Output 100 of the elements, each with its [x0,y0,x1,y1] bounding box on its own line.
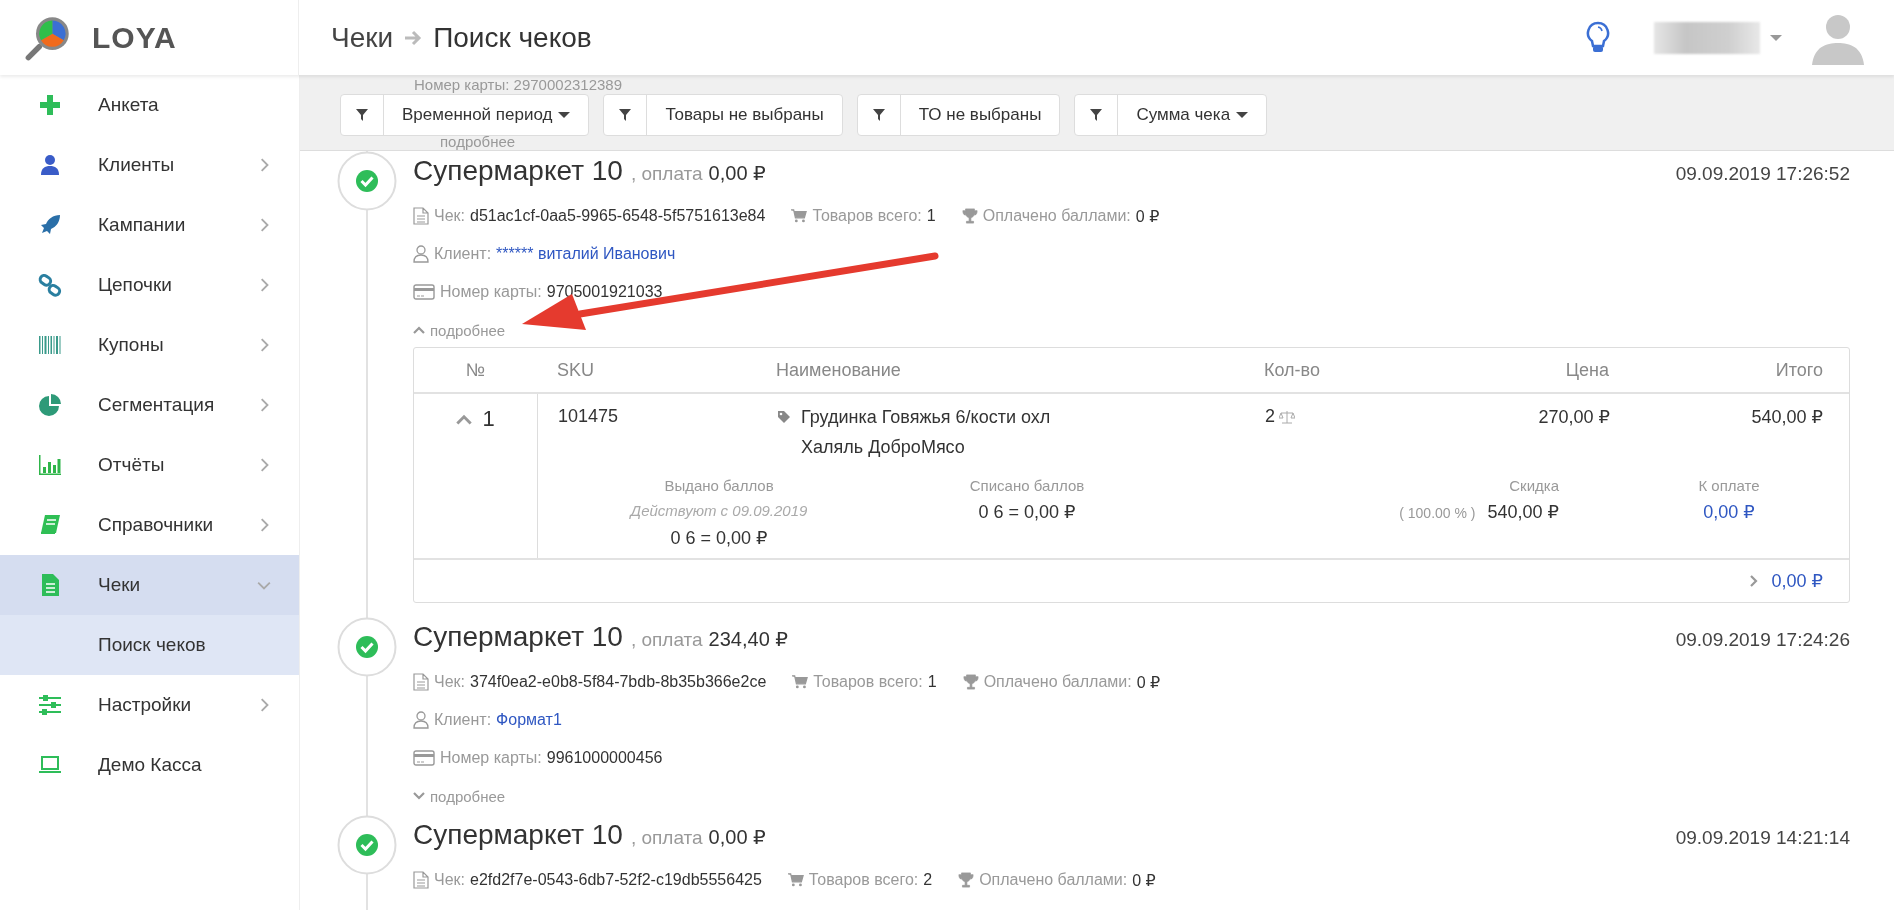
payment-label: , оплата [630,163,703,185]
column-header: Итого [1774,359,1824,381]
written-off-label: Списано баллов [969,476,1085,496]
points-paid: 0 ₽ [1132,870,1156,890]
receipt-id: 374f0ea2-e0b8-5f84-7bdb-8b35b366e2ce [470,673,767,691]
payment-label: , оплата [630,629,703,651]
tag-icon [777,410,791,424]
card-number-label: Номер карты: [440,283,542,301]
footer-total: 0,00 ₽ [1771,570,1823,592]
caret-icon [1770,34,1782,41]
points-paid: 0 ₽ [1136,672,1161,692]
total-cell-text: 540,00 ₽ [1750,406,1824,429]
receipt-id: d51ac1cf-0aa5-9965-6548-5f5751613e84 [470,207,766,225]
chevron-down-icon [413,792,425,800]
discount-value: 540,00 ₽ [1487,501,1559,524]
receipt-date: 09.09.2019 17:26:52 [1675,163,1850,185]
plus-icon [38,93,62,117]
quantity-cell: 2 [1265,406,1275,427]
payment-amount: 234,40 ₽ [708,627,789,651]
items-count: 1 [926,207,936,225]
client-link[interactable]: ****** виталий Иванович [496,245,676,263]
points-paid-label: Оплачено баллами: [982,207,1131,225]
document-icon [413,673,429,691]
items-count-label: Товаров всего: [813,673,923,691]
card-icon [413,284,435,300]
column-header: SKU [556,359,595,381]
sku-cell-text: 101475 [557,406,620,428]
product-name: Грудинка Говяжья 6/кости охл Халяль ДоброМясо [801,406,1052,459]
trophy-icon [962,673,979,691]
sidebar-item[interactable]: Клиенты [0,135,299,195]
filter-icon [356,109,368,121]
client-label: Клиент: [434,245,492,263]
sidebar-item[interactable]: Справочники [0,495,299,555]
payment-amount: 0,00 ₽ [708,825,766,849]
column-header: № [464,359,487,381]
caret-icon [558,112,571,118]
items-count-label: Товаров всего: [812,207,922,225]
cart-icon [792,673,809,691]
items-count: 2 [923,871,933,889]
sidebar-item[interactable]: Демо Касса [0,735,299,795]
store-name: Супермаркет 10 [413,621,623,653]
column-header: Наименование [775,359,902,381]
payment-label: , оплата [630,827,703,849]
document-icon [413,871,429,889]
filter-icon [872,109,885,121]
store-name: Супермаркет 10 [413,155,623,187]
validity-note: Действуют с 09.09.2019 [630,501,808,521]
sidebar-subitem[interactable]: Поиск чеков [0,615,299,675]
chevron-right-icon[interactable] [1749,575,1758,587]
document-icon [413,207,429,225]
filter-control[interactable]: ТО не выбраны [856,94,1061,136]
cart-icon [791,207,808,225]
sidebar-item[interactable]: Кампании [0,195,299,255]
lightbulb-icon[interactable] [1586,20,1610,55]
faded-card-number: Номер карты: 2970002312389 [414,76,623,93]
sidebar-item[interactable]: Купоны [0,315,299,375]
sliders-icon [38,693,62,717]
cart-icon [787,871,804,889]
chain-icon [38,273,62,297]
card-number: 9705001921033 [546,283,663,301]
filter-control[interactable]: Временной период [340,94,590,136]
receipt-date: 09.09.2019 17:24:26 [1675,629,1850,651]
sidebar-item[interactable]: Анкета [0,75,299,135]
points-paid: 0 ₽ [1135,206,1160,226]
issued-points-value: 0 6 = 0,00 ₽ [670,527,768,550]
filter-icon [1090,109,1103,121]
row-number: 1 [482,406,495,432]
chevron-up-icon [413,326,425,334]
receipt-date: 09.09.2019 14:21:14 [1675,827,1850,849]
client-link[interactable]: Формат1 [496,711,562,729]
discount-label: Скидка [1509,476,1559,496]
breadcrumb-item: Поиск чеков [433,21,592,54]
card-number-label: Номер карты: [440,749,542,767]
filter-control[interactable]: Товары не выбраны [603,94,843,136]
to-pay-label: К оплате [1698,476,1760,496]
sidebar-item[interactable]: Сегментация [0,375,299,435]
sidebar-item[interactable]: Цепочки [0,255,299,315]
issued-points-label: Выдано баллов [664,476,774,496]
trophy-icon [961,207,978,225]
pie-icon [38,393,62,417]
barcode-icon [38,333,62,357]
sidebar-item[interactable]: Отчёты [0,435,299,495]
column-header: Цена [1564,359,1609,381]
sidebar-item[interactable]: Чеки [0,555,299,615]
breadcrumb-item[interactable]: Чеки [331,21,394,54]
user-menu[interactable] [1654,21,1782,54]
price-cell-text: 270,00 ₽ [1537,406,1610,429]
chevron-up-icon[interactable] [456,414,473,425]
filter-control[interactable]: Сумма чека [1074,94,1268,136]
book-icon [38,513,62,537]
brand-name: LOYA [92,20,177,55]
user-outline-icon [413,245,429,263]
trophy-icon [958,871,975,889]
written-off-value: 0 6 = 0,00 ₽ [978,501,1076,524]
to-pay-value: 0,00 ₽ [1703,501,1755,524]
sidebar-item[interactable]: Настройки [0,675,299,735]
card-number: 9961000000456 [546,749,663,767]
receipt-id-label: Чек: [434,871,465,889]
store-name: Супермаркет 10 [413,819,623,851]
receipt-id-label: Чек: [434,673,465,691]
